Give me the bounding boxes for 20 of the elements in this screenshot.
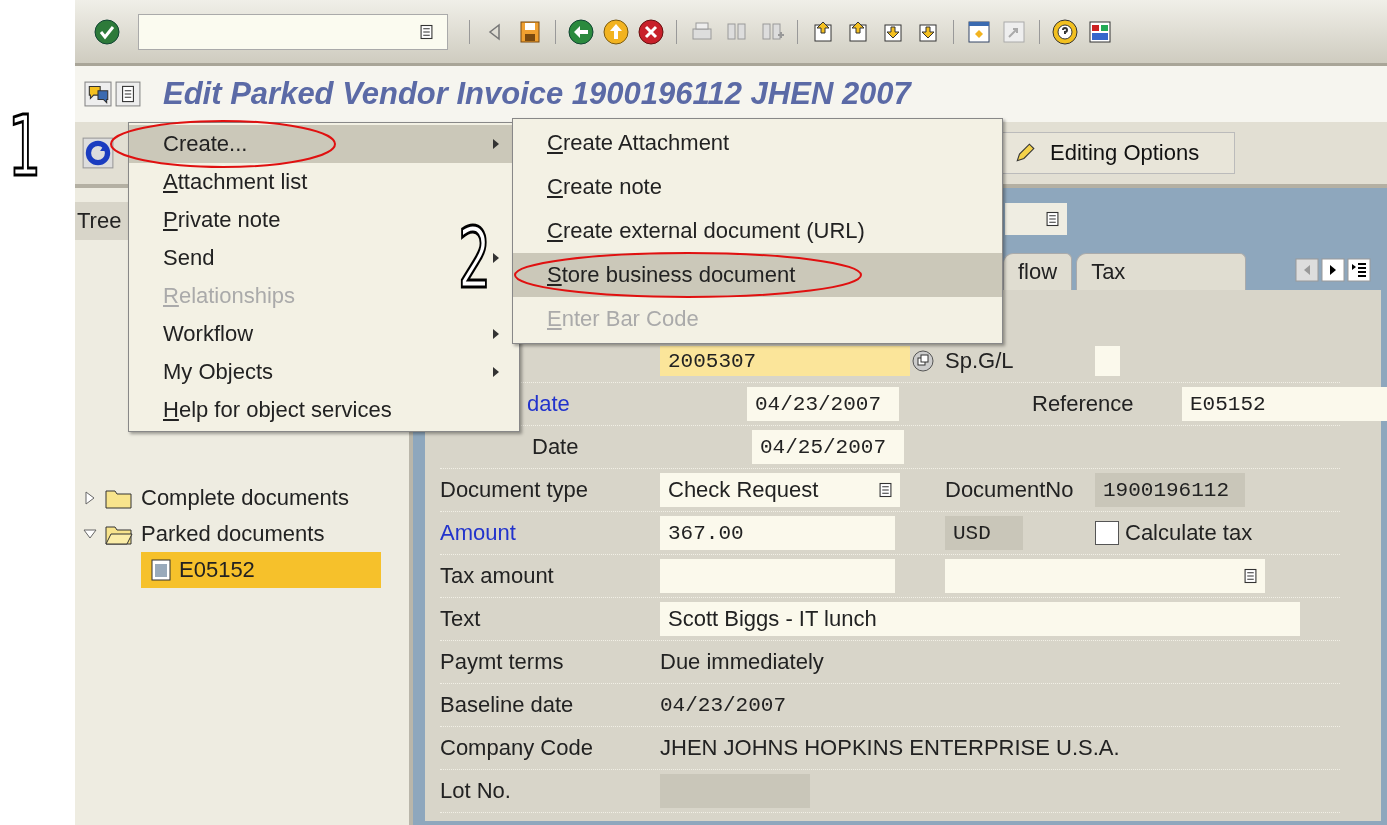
- field-value: Due immediately: [660, 649, 824, 675]
- field-label: Company Code: [440, 735, 593, 761]
- field-label: Document type: [440, 477, 588, 503]
- window-title: Edit Parked Vendor Invoice 1900196112 JHEN 2007: [163, 76, 911, 112]
- display-field: 1900196112: [1095, 473, 1245, 507]
- step-number: 1: [8, 104, 42, 188]
- field-label: Date: [532, 434, 579, 460]
- field-value: JHEN JOHNS HOPKINS ENTERPRISE U.S.A.: [660, 735, 1120, 761]
- field-label: Sp.G/L: [945, 348, 1014, 374]
- field-label: Reference: [1032, 391, 1134, 417]
- field-label: Tax amount: [440, 563, 554, 589]
- field-label: Paymt terms: [440, 649, 564, 675]
- field-label: DocumentNo: [945, 477, 1074, 503]
- field-value: 04/23/2007: [660, 693, 787, 717]
- tree-header: Tree: [77, 208, 122, 234]
- step-number: 2: [458, 216, 492, 300]
- field-label: Lot No.: [440, 778, 511, 804]
- field-label: Text: [440, 606, 481, 632]
- field-label: Baseline date: [440, 692, 574, 718]
- display-field: USD: [945, 516, 1023, 550]
